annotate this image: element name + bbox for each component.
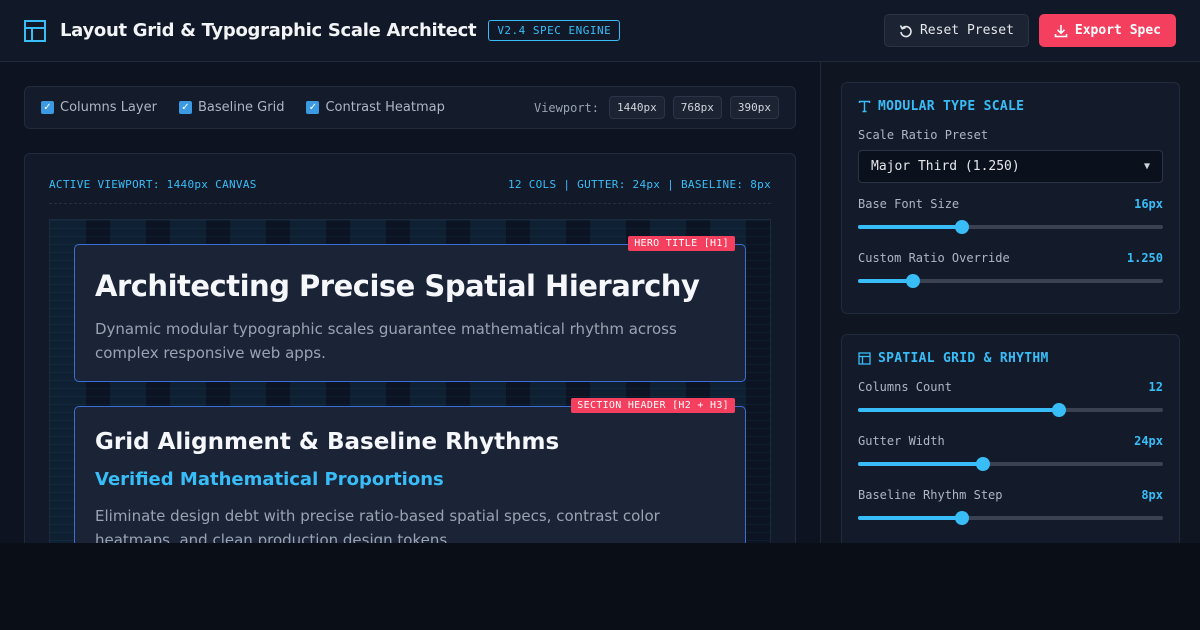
baseline-label: Baseline Rhythm Step	[858, 488, 1003, 502]
active-viewport-label: ACTIVE VIEWPORT: 1440px CANVAS	[49, 178, 257, 191]
chevron-down-icon: ▼	[1143, 161, 1150, 172]
columns-label: Columns Count	[858, 380, 952, 394]
layout-grid-icon	[24, 19, 46, 42]
spatial-grid-panel: SPATIAL GRID & RHYTHM Columns Count 12 G…	[841, 334, 1180, 543]
layer-toolbar: ✓ Columns Layer ✓ Baseline Grid ✓ Contra…	[24, 86, 796, 129]
slider-fill	[858, 279, 913, 283]
columns-row: Columns Count 12	[858, 380, 1163, 394]
scale-ratio-select[interactable]: Major Third (1.250) ▼	[858, 150, 1163, 183]
base-font-slider[interactable]	[858, 219, 1163, 235]
settings-sidebar: MODULAR TYPE SCALE Scale Ratio Preset Ma…	[820, 62, 1200, 543]
canvas-meta: ACTIVE VIEWPORT: 1440px CANVAS 12 COLS |…	[49, 178, 771, 204]
app-title: Layout Grid & Typographic Scale Architec…	[60, 20, 477, 41]
toggle-label: Baseline Grid	[197, 100, 285, 115]
checkbox-checked-icon[interactable]: ✓	[41, 101, 54, 114]
checkbox-checked-icon[interactable]: ✓	[178, 101, 192, 114]
toggle-columns-layer[interactable]: ✓ Columns Layer	[41, 100, 157, 115]
preset-label: Scale Ratio Preset	[858, 128, 989, 142]
slider-thumb[interactable]	[954, 511, 969, 525]
download-icon	[1054, 24, 1068, 37]
type-scale-panel: MODULAR TYPE SCALE Scale Ratio Preset Ma…	[841, 82, 1180, 314]
type-icon	[858, 100, 871, 113]
section-h2: Grid Alignment & Baseline Rhythms	[95, 429, 560, 455]
section-header-card[interactable]: SECTION HEADER [H2 + H3] Grid Alignment …	[74, 398, 746, 543]
type-scale-title: MODULAR TYPE SCALE	[858, 99, 1163, 114]
gutter-label: Gutter Width	[858, 434, 945, 448]
gutter-value: 24px	[1134, 434, 1163, 448]
slider-thumb[interactable]	[954, 220, 969, 234]
toggle-contrast-heatmap[interactable]: ✓ Contrast Heatmap	[306, 100, 445, 115]
export-spec-label: Export Spec	[1074, 23, 1161, 38]
grid-overlay: HERO TITLE [H1] Architecting Precise Spa…	[49, 219, 771, 543]
base-font-label: Base Font Size	[858, 197, 960, 211]
header-actions: Reset Preset Export Spec	[883, 14, 1176, 47]
ratio-override-slider[interactable]	[858, 273, 1163, 289]
baseline-value: 8px	[1141, 488, 1163, 502]
slider-thumb[interactable]	[976, 457, 991, 471]
base-font-row: Base Font Size 16px	[858, 197, 1163, 211]
reset-preset-button[interactable]: Reset Preset	[883, 14, 1029, 47]
toggle-baseline-grid[interactable]: ✓ Baseline Grid	[178, 100, 285, 115]
baseline-row: Baseline Rhythm Step 8px	[858, 488, 1163, 502]
slider-thumb[interactable]	[905, 274, 920, 288]
baseline-slider[interactable]	[858, 510, 1163, 526]
slider-thumb[interactable]	[1052, 403, 1067, 417]
columns-value: 12	[1148, 380, 1163, 394]
workspace: ✓ Columns Layer ✓ Baseline Grid ✓ Contra…	[0, 62, 820, 543]
gutter-row: Gutter Width 24px	[858, 434, 1163, 448]
panel-title-text: SPATIAL GRID & RHYTHM	[878, 351, 1049, 366]
hero-tag-badge: HERO TITLE [H1]	[628, 236, 735, 251]
columns-slider[interactable]	[858, 402, 1163, 418]
slider-fill	[858, 408, 1060, 412]
hero-title: Architecting Precise Spatial Hierarchy	[95, 269, 700, 303]
app-header: Layout Grid & Typographic Scale Architec…	[0, 0, 1200, 62]
ratio-override-value: 1.250	[1126, 251, 1163, 265]
preview-canvas: ACTIVE VIEWPORT: 1440px CANVAS 12 COLS |…	[24, 153, 796, 543]
section-tag-badge: SECTION HEADER [H2 + H3]	[571, 398, 735, 413]
layout-icon	[858, 352, 871, 365]
hero-subtitle: Dynamic modular typographic scales guara…	[95, 320, 677, 362]
section-body: Eliminate design debt with precise ratio…	[95, 507, 660, 543]
gutter-slider[interactable]	[858, 456, 1163, 472]
reset-preset-label: Reset Preset	[919, 23, 1014, 38]
viewport-switcher: Viewport: 1440px 768px 390px	[534, 96, 779, 119]
ratio-override-row: Custom Ratio Override 1.250	[858, 251, 1163, 265]
slider-fill	[858, 462, 984, 466]
viewport-button-768[interactable]: 768px	[672, 96, 722, 119]
viewport-button-1440[interactable]: 1440px	[609, 96, 665, 119]
select-value: Major Third (1.250)	[871, 159, 1020, 174]
hero-title-card[interactable]: HERO TITLE [H1] Architecting Precise Spa…	[74, 236, 746, 382]
version-badge: V2.4 SPEC ENGINE	[488, 20, 621, 41]
panel-title-text: MODULAR TYPE SCALE	[878, 99, 1025, 114]
spatial-grid-title: SPATIAL GRID & RHYTHM	[858, 351, 1163, 366]
export-spec-button[interactable]: Export Spec	[1038, 14, 1176, 47]
toggle-label: Columns Layer	[60, 100, 157, 115]
checkbox-checked-icon[interactable]: ✓	[306, 101, 320, 114]
page-bottom-background	[0, 543, 1200, 630]
slider-fill	[858, 225, 962, 229]
viewport-button-390[interactable]: 390px	[729, 96, 779, 119]
slider-fill	[858, 516, 962, 520]
toggle-label: Contrast Heatmap	[325, 100, 445, 115]
section-h3: Verified Mathematical Proportions	[95, 469, 444, 490]
grid-summary: 12 COLS | GUTTER: 24px | BASELINE: 8px	[507, 178, 771, 191]
ratio-override-label: Custom Ratio Override	[858, 251, 1010, 265]
base-font-value: 16px	[1134, 197, 1163, 211]
viewport-label: Viewport:	[533, 100, 599, 115]
rotate-ccw-icon	[899, 24, 912, 37]
